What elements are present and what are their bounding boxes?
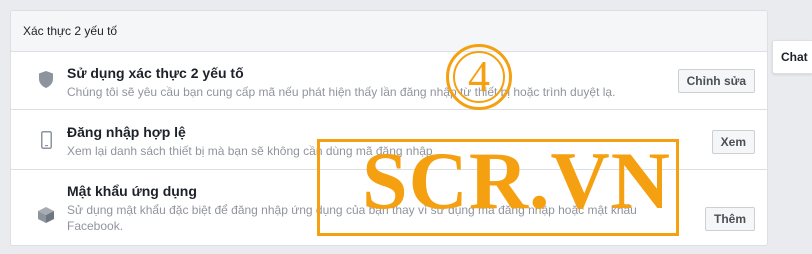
add-button[interactable]: Thêm <box>704 207 755 231</box>
row-description: Chúng tôi sẽ yêu cầu bạn cung cấp mã nếu… <box>67 85 616 99</box>
box-icon <box>37 206 55 224</box>
section-title: Xác thực 2 yếu tố <box>23 24 118 38</box>
edit-button[interactable]: Chỉnh sửa <box>677 69 755 93</box>
watermark-logo: SCR.VN <box>362 135 671 226</box>
watermark-step-badge: 4 <box>446 44 512 110</box>
section-header: Xác thực 2 yếu tố <box>11 11 767 52</box>
chat-label: Chat <box>781 50 808 64</box>
view-button[interactable]: Xem <box>711 130 755 154</box>
phone-icon <box>37 131 55 149</box>
watermark-step-number: 4 <box>468 52 490 101</box>
row-two-factor: Sử dụng xác thực 2 yếu tố Chúng tôi sẽ y… <box>11 52 767 110</box>
shield-icon <box>37 70 55 88</box>
row-title: Mật khẩu ứng dụng <box>67 183 197 199</box>
chat-tab[interactable]: Chat <box>772 40 812 74</box>
row-title: Sử dụng xác thực 2 yếu tố <box>67 65 244 81</box>
row-title: Đăng nhập hợp lệ <box>67 124 186 140</box>
page: Xác thực 2 yếu tố Sử dụng xác thực 2 yếu… <box>0 0 812 254</box>
